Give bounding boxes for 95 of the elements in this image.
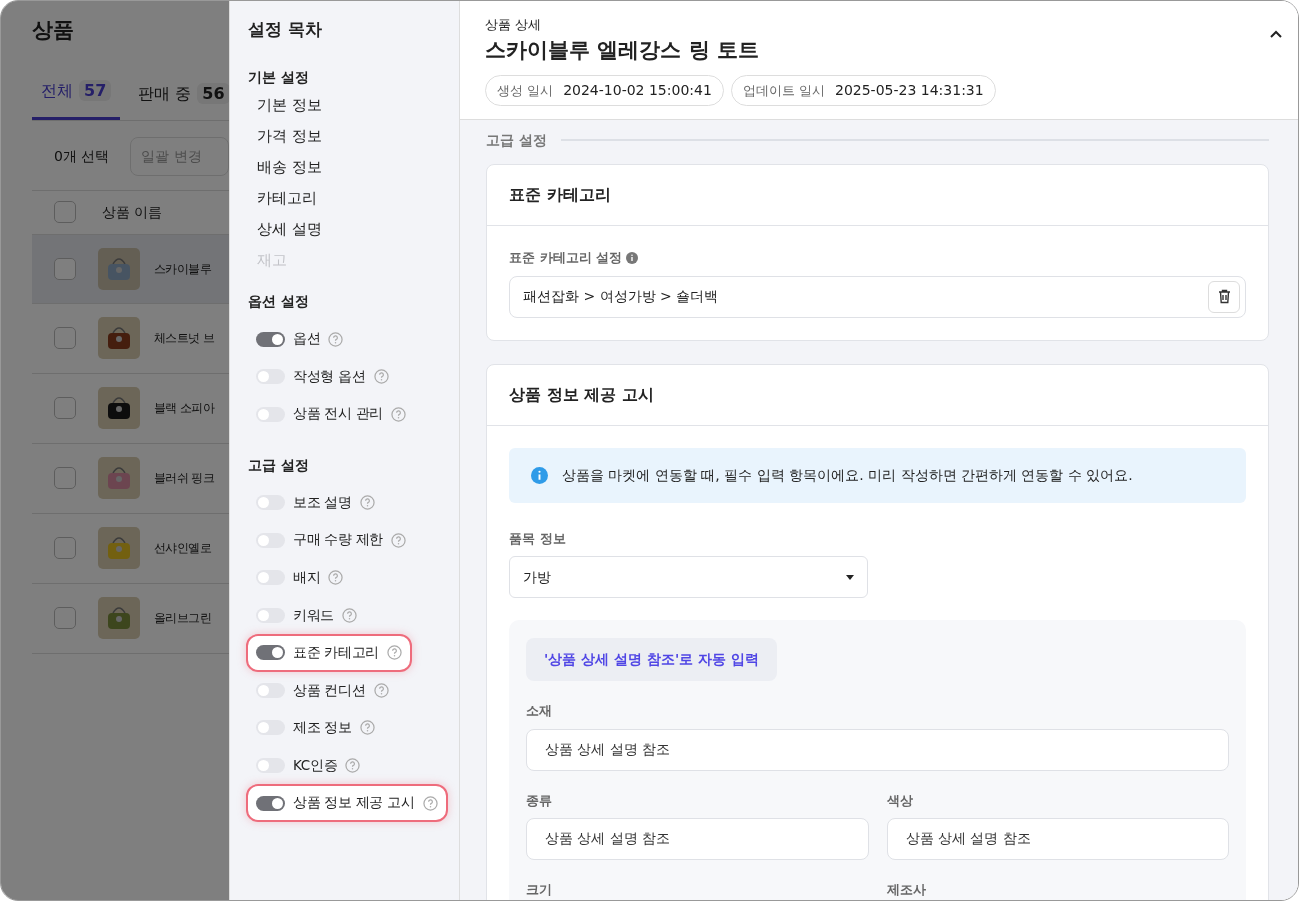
sidebar-title: 설정 목차 <box>248 18 323 41</box>
help-icon[interactable] <box>422 795 438 811</box>
product-name: 스카이블루 <box>154 260 211 278</box>
trash-icon <box>1217 289 1231 305</box>
item-type-select[interactable]: 가방 <box>509 556 868 599</box>
toggle-switch[interactable] <box>256 406 285 422</box>
section-heading: 고급 설정 <box>248 455 310 475</box>
text-input[interactable]: 상품 상세 설명 참조 <box>526 818 869 861</box>
toggle-label: 옵션 <box>293 330 321 348</box>
help-icon[interactable] <box>391 532 407 548</box>
sidebar-link[interactable]: 가격 정보 <box>257 126 322 145</box>
category-field[interactable]: 패션잡화 > 여성가방 > 숄더백 <box>509 275 1246 318</box>
help-icon[interactable] <box>328 331 344 347</box>
toggle-switch[interactable] <box>256 645 285 661</box>
sidebar-link[interactable]: 배송 정보 <box>257 157 322 176</box>
select-value: 가방 <box>523 567 551 587</box>
checkbox[interactable] <box>54 257 76 280</box>
column-header: 상품 이름 <box>102 202 163 222</box>
help-icon[interactable] <box>387 645 403 661</box>
checkbox[interactable] <box>54 607 76 629</box>
product-name: 체스트넛 브 <box>154 330 215 347</box>
help-icon[interactable] <box>359 495 375 511</box>
date-label: 업데이트 일시 <box>742 81 825 100</box>
date-value: 2024-10-02 15:00:41 <box>563 81 712 100</box>
toggle-switch[interactable] <box>256 570 285 586</box>
toggle-switch[interactable] <box>256 607 285 623</box>
help-icon[interactable] <box>345 758 361 773</box>
product-title: 스카이블루 엘레강스 링 토트 <box>485 36 760 64</box>
card-title: 상품 정보 제공 고시 <box>487 364 1268 426</box>
field-label: 표준 카테고리 설정 <box>509 249 623 268</box>
toggle-switch[interactable] <box>256 682 285 698</box>
toggle-label: 상품 전시 관리 <box>293 405 384 423</box>
date-value: 2025-05-23 14:31:31 <box>835 81 984 100</box>
toggle-switch[interactable] <box>256 369 285 385</box>
toggle-switch[interactable] <box>256 331 285 347</box>
toggle-label: 표준 카테고리 <box>293 644 380 662</box>
field-label: 제조사 <box>886 881 927 900</box>
toggle-label: 상품 정보 제공 고시 <box>293 794 415 812</box>
checkbox[interactable] <box>54 397 76 419</box>
delete-button[interactable] <box>1208 280 1240 313</box>
toggle-label: 상품 컨디션 <box>293 681 366 700</box>
help-icon[interactable] <box>373 682 389 698</box>
text-input[interactable]: 상품 상세 설명 참조 <box>886 818 1229 861</box>
toggle-switch[interactable] <box>256 758 285 773</box>
field-label: 색상 <box>886 791 914 810</box>
field-label: 소재 <box>526 702 553 721</box>
help-icon[interactable] <box>328 570 344 586</box>
section-divider-label: 고급 설정 <box>486 131 547 150</box>
chevron-up-icon <box>1270 30 1282 38</box>
section-heading: 옵션 설정 <box>248 292 310 312</box>
product-name: 블랙 소피아 <box>154 400 215 417</box>
autofill-button[interactable]: '상품 상세 설명 참조'로 자동 입력 <box>526 638 777 682</box>
toggle-label: 키워드 <box>293 606 335 625</box>
sidebar-link[interactable]: 기본 정보 <box>257 95 322 114</box>
info-icon[interactable] <box>625 252 638 264</box>
sidebar-link[interactable]: 카테고리 <box>257 188 317 207</box>
card-title: 표준 카테고리 <box>487 165 1268 227</box>
field-label: 크기 <box>526 881 553 900</box>
info-icon <box>531 466 548 484</box>
date-label: 생성 일시 <box>497 81 554 100</box>
checkbox[interactable] <box>54 327 76 349</box>
product-name: 블러쉬 핑크 <box>154 470 215 487</box>
caret-down-icon <box>846 574 854 580</box>
toggle-switch[interactable] <box>256 795 285 811</box>
field-label: 품목 정보 <box>509 529 567 548</box>
toggle-label: 배지 <box>293 569 321 587</box>
help-icon[interactable] <box>342 607 358 623</box>
toggle-label: 제조 정보 <box>293 719 352 737</box>
checkbox[interactable] <box>54 537 76 559</box>
page-title: 상품 <box>32 17 75 44</box>
section-heading: 기본 설정 <box>248 67 310 87</box>
help-icon[interactable] <box>373 369 389 385</box>
table-row[interactable]: 스카이블루 <box>32 233 229 304</box>
toggle-label: 구매 수량 제한 <box>293 531 384 549</box>
toggle-switch[interactable] <box>256 532 285 548</box>
product-name: 선샤인옐로 <box>154 540 211 557</box>
checkbox[interactable] <box>54 201 76 223</box>
product-name: 올리브그린 <box>154 610 211 627</box>
header-subtitle: 상품 상세 <box>485 16 543 34</box>
selection-count: 0개 선택 <box>54 146 110 166</box>
toggle-switch[interactable] <box>256 495 285 511</box>
toggle-label: 작성형 옵션 <box>293 367 366 386</box>
filter-tab[interactable]: 판매 중 56 <box>138 81 229 120</box>
help-icon[interactable] <box>391 406 407 422</box>
sidebar-link[interactable]: 상세 설명 <box>257 220 322 239</box>
text-input[interactable]: 상품 상세 설명 참조 <box>526 728 1229 771</box>
info-text: 상품을 마켓에 연동할 때, 필수 입력 항목이에요. 미리 작성하면 간편하게 연동할 수 있어요. <box>562 465 1133 485</box>
help-icon[interactable] <box>359 720 375 736</box>
toggle-label: KC인증 <box>293 756 338 775</box>
checkbox[interactable] <box>54 467 76 489</box>
field-label: 종류 <box>526 791 553 810</box>
toggle-label: 보조 설명 <box>293 493 352 512</box>
category-path: 패션잡화 > 여성가방 > 숄더백 <box>523 287 719 307</box>
filter-tab[interactable]: 전체 57 <box>32 78 121 120</box>
toggle-switch[interactable] <box>256 720 285 736</box>
